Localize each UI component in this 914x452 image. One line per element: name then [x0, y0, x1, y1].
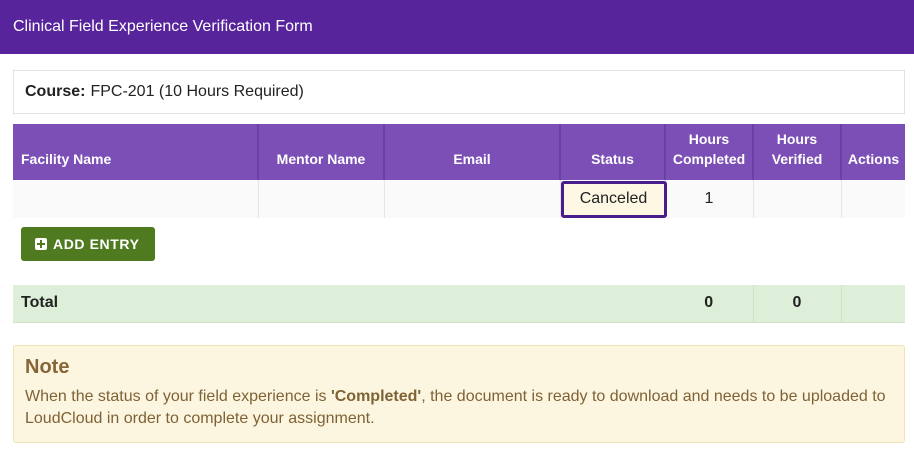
cell-email: [384, 180, 561, 218]
total-row: Total 0 0: [13, 285, 905, 323]
column-header-actions: Actions: [841, 124, 905, 180]
total-actions-blank: [841, 285, 905, 323]
total-hours-completed: 0: [665, 285, 754, 323]
column-header-mentor: Mentor Name: [258, 124, 385, 180]
column-header-hours-completed: Hours Completed: [665, 124, 754, 180]
add-entry-label: ADD ENTRY: [53, 236, 140, 252]
note-highlight: 'Completed': [330, 388, 422, 405]
cell-mentor: [258, 180, 385, 218]
course-label: Course:: [25, 83, 86, 100]
column-header-email: Email: [384, 124, 561, 180]
note-title: Note: [25, 356, 70, 378]
note-text-before: When the status of your field experience…: [25, 388, 331, 405]
table-row: Canceled 1: [13, 180, 905, 218]
course-info: Course: FPC-201 (10 Hours Required): [13, 70, 905, 114]
status-select[interactable]: Canceled: [560, 180, 667, 218]
cell-hours-verified: [753, 180, 842, 218]
table-header-row: Facility Name Mentor Name Email Status H…: [13, 124, 905, 180]
cell-facility: [13, 180, 259, 218]
note-text: When the status of your field experience…: [25, 386, 893, 430]
column-header-hours-verified: Hours Verified: [753, 124, 842, 180]
total-label: Total: [13, 285, 665, 323]
cell-hours-completed: 1: [665, 180, 754, 218]
add-entry-cell: ADD ENTRY: [13, 218, 905, 285]
total-hours-verified: 0: [753, 285, 842, 323]
plus-square-icon: [35, 238, 47, 250]
column-header-facility: Facility Name: [13, 124, 259, 180]
page-title: Clinical Field Experience Verification F…: [13, 18, 313, 35]
field-experience-table: Facility Name Mentor Name Email Status H…: [13, 124, 905, 323]
add-entry-button[interactable]: ADD ENTRY: [21, 227, 155, 261]
column-header-status: Status: [560, 124, 666, 180]
add-entry-row: ADD ENTRY: [13, 218, 905, 285]
top-bar: Clinical Field Experience Verification F…: [0, 0, 914, 54]
course-value: FPC-201 (10 Hours Required): [90, 83, 304, 100]
note-box: Note When the status of your field exper…: [13, 345, 905, 443]
cell-status: Canceled: [560, 180, 667, 218]
cell-actions: [841, 180, 905, 218]
